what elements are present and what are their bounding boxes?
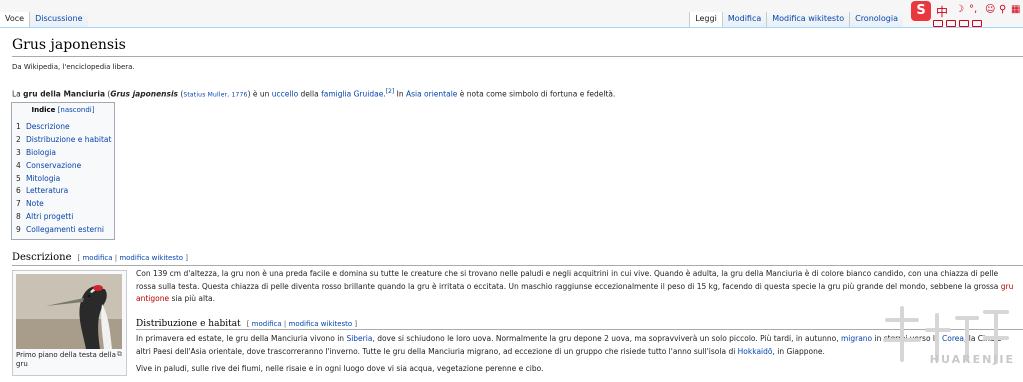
crane-head-image[interactable] (16, 274, 122, 349)
edit-link[interactable]: modifica (252, 320, 282, 328)
section-edit-links: [ modifica | modifica wikitesto ] (247, 320, 357, 328)
link-famiglia[interactable]: famiglia Gruidae (321, 90, 383, 99)
section-edit-links: [ modifica | modifica wikitesto ] (78, 254, 188, 262)
toc-link[interactable]: Note (26, 199, 44, 208)
toc-number: 6 (16, 186, 21, 196)
edit-link[interactable]: modifica (82, 254, 112, 262)
namespace-tabs: Voce Discussione (0, 12, 88, 28)
moon-icon[interactable]: ☽ (955, 5, 965, 15)
toc-number: 1 (16, 122, 21, 131)
toc-item[interactable]: 9 Collegamenti esterni (16, 224, 111, 237)
section-divider (12, 265, 1023, 266)
intro-text: è nota come simbolo di fortuna e fedeltà… (457, 89, 616, 99)
thumbnail-caption: Primo piano della testa della gru (16, 351, 116, 368)
tab-discussione[interactable]: Discussione (29, 12, 88, 27)
edit-wikitext-link[interactable]: modifica wikitesto (289, 320, 353, 328)
tab-leggi[interactable]: Leggi (689, 12, 722, 28)
title-divider (12, 56, 1023, 57)
watermark-text: HUARENJIE (929, 353, 1015, 366)
paragraph-text: , in Giappone. (772, 346, 825, 356)
mic-icon[interactable]: ⚲ (999, 5, 1009, 15)
tool-icon-2[interactable] (946, 20, 956, 27)
toc-number: 5 (16, 173, 21, 183)
ime-toolbar: S 中 ☽ °, ☺ ⚲ ▦ (911, 0, 1023, 30)
toc-link[interactable]: Conservazione (26, 161, 81, 170)
toc-item[interactable]: 6 Letteratura (16, 185, 111, 198)
toc-number: 2 (16, 134, 21, 144)
toc-link[interactable]: Letteratura (26, 186, 68, 195)
toc-number: 3 (16, 147, 21, 157)
toc-item[interactable]: 2 Distribuzione e habitat (16, 134, 111, 147)
toc-number: 7 (16, 199, 21, 209)
section-title: Distribuzione e habitat (136, 319, 241, 329)
site-subtitle: Da Wikipedia, l'enciclopedia libera. (12, 63, 135, 71)
toc-item[interactable]: 4 Conservazione (16, 160, 111, 173)
punctuation-icon[interactable]: °, (969, 5, 979, 15)
intro-text: In (394, 89, 406, 99)
link-asia-orientale[interactable]: Asia orientale (406, 90, 457, 99)
author-link[interactable]: Statius Muller, 1776 (183, 92, 247, 99)
sogou-s-icon[interactable]: S (911, 1, 931, 21)
tab-modifica[interactable]: Modifica (721, 12, 767, 27)
toc-item[interactable]: 1 Descrizione (16, 121, 111, 134)
toc-item[interactable]: 8 Altri progetti (16, 211, 111, 224)
toc-toggle[interactable]: [nascondi] (58, 106, 95, 114)
intro-text: della (298, 89, 322, 99)
toc-item[interactable]: 3 Biologia (16, 147, 111, 160)
thumbnail: Primo piano della testa della gru ⧉ (12, 270, 127, 376)
section-heading-distribuzione: Distribuzione e habitat [ modifica | modi… (136, 319, 357, 329)
toc-number: 4 (16, 160, 21, 170)
tool-icon-1[interactable] (933, 20, 943, 27)
paragraph-text: , dove si schiudono le loro uova. Normal… (372, 334, 841, 343)
section-title: Descrizione (12, 252, 72, 263)
keyboard-icon[interactable]: ▦ (1011, 5, 1021, 15)
view-tabs: Leggi Modifica Modifica wikitesto Cronol… (689, 12, 903, 28)
edit-wikitext-link[interactable]: modifica wikitesto (119, 254, 183, 262)
link-siberia[interactable]: Siberia (346, 334, 372, 343)
emoji-icon[interactable]: ☺ (985, 5, 995, 15)
edit-bracket: ] (182, 254, 188, 262)
toc-title: Indice (31, 106, 56, 114)
intro-text: La (12, 89, 24, 99)
reference-link[interactable]: [2] (386, 88, 395, 95)
toc-link[interactable]: Descrizione (26, 122, 70, 131)
toc-header: Indice [nascondi] (12, 106, 114, 114)
tool-icon-3[interactable] (959, 20, 969, 27)
chinese-mode-icon[interactable]: 中 (936, 3, 948, 20)
edit-bracket: ] (352, 320, 358, 328)
table-of-contents: Indice [nascondi] 1 Descrizione 2 Distribu… (11, 102, 115, 240)
toc-number: 9 (16, 225, 21, 235)
toc-item[interactable]: 5 Mitologia (16, 173, 111, 186)
toc-link[interactable]: Biologia (26, 148, 56, 157)
watermark-logo (883, 306, 1009, 364)
magnify-icon[interactable]: ⧉ (117, 350, 122, 359)
intro-text: ) è un (247, 89, 272, 99)
toc-link[interactable]: Collegamenti esterni (26, 225, 104, 234)
tab-cronologia[interactable]: Cronologia (849, 12, 903, 27)
paragraph-text: In primavera ed estate, le gru della Man… (136, 334, 347, 343)
tool-icon-4[interactable] (972, 20, 982, 27)
intro-bold-name: gru della Manciuria (23, 89, 106, 99)
tab-voce[interactable]: Voce (0, 12, 30, 28)
toc-link[interactable]: Mitologia (26, 174, 60, 183)
edit-separator: | (281, 320, 289, 328)
tab-modifica-wikitesto[interactable]: Modifica wikitesto (766, 12, 850, 27)
section-heading-descrizione: Descrizione [ modifica | modifica wikites… (12, 252, 188, 263)
intro-scientific-name: Grus japonensis (110, 89, 179, 99)
article-content: Grus japonensis Da Wikipedia, l'enciclop… (0, 27, 1023, 382)
paragraph-text: sia più alta. (169, 294, 216, 303)
link-uccello[interactable]: uccello (272, 90, 298, 99)
toc-link[interactable]: Altri progetti (26, 212, 73, 221)
intro-paragraph: La gru della Manciuria (Grus japonensis … (12, 86, 615, 101)
page-title: Grus japonensis (12, 37, 126, 53)
paragraph-text: Con 139 cm d'altezza, la gru non è una p… (136, 269, 1001, 291)
link-hokkaido[interactable]: Hokkaidō (738, 347, 773, 356)
toc-number: 8 (16, 212, 21, 222)
toc-item[interactable]: 7 Note (16, 198, 111, 211)
toc-link[interactable]: Distribuzione e habitat (26, 135, 111, 144)
toc-list: 1 Descrizione 2 Distribuzione e habitat 3B… (16, 121, 111, 237)
